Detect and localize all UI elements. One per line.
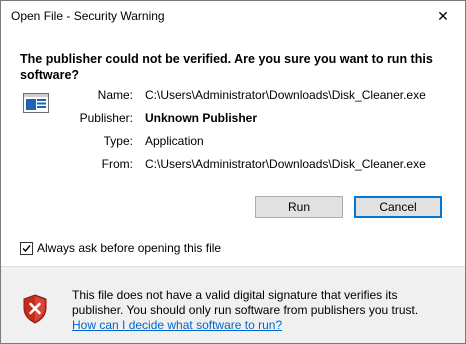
checkmark-icon bbox=[22, 244, 31, 252]
title-bar: Open File - Security Warning ✕ bbox=[1, 1, 465, 31]
warning-headline: The publisher could not be verified. Are… bbox=[20, 52, 433, 82]
type-label: Type: bbox=[103, 134, 133, 148]
shield-error-icon bbox=[22, 294, 48, 327]
from-value: C:\Users\Administrator\Downloads\Disk_Cl… bbox=[145, 157, 426, 171]
detail-row-type: Type: Application bbox=[1, 134, 465, 150]
security-warning-dialog: Open File - Security Warning ✕ The publi… bbox=[0, 0, 466, 344]
help-link[interactable]: How can I decide what software to run? bbox=[72, 318, 282, 332]
close-button[interactable]: ✕ bbox=[421, 1, 465, 31]
detail-row-from: From: C:\Users\Administrator\Downloads\D… bbox=[1, 157, 465, 173]
detail-row-name: Name: C:\Users\Administrator\Downloads\D… bbox=[1, 88, 465, 104]
cancel-button[interactable]: Cancel bbox=[354, 196, 442, 218]
always-ask-option[interactable]: Always ask before opening this file bbox=[20, 241, 221, 255]
detail-row-publisher: Publisher: Unknown Publisher bbox=[1, 111, 465, 127]
signature-warning-text: This file does not have a valid digital … bbox=[72, 288, 419, 317]
name-label: Name: bbox=[97, 88, 133, 102]
window-title: Open File - Security Warning bbox=[11, 9, 165, 23]
type-value: Application bbox=[145, 134, 204, 148]
footer-panel: This file does not have a valid digital … bbox=[1, 267, 465, 343]
footer-message: This file does not have a valid digital … bbox=[72, 288, 452, 333]
from-label: From: bbox=[101, 157, 133, 171]
always-ask-checkbox[interactable] bbox=[20, 241, 33, 255]
always-ask-label: Always ask before opening this file bbox=[37, 241, 222, 255]
publisher-label: Publisher: bbox=[79, 111, 133, 125]
publisher-value: Unknown Publisher bbox=[145, 111, 258, 125]
run-button[interactable]: Run bbox=[255, 196, 343, 218]
close-icon: ✕ bbox=[437, 7, 449, 24]
name-value: C:\Users\Administrator\Downloads\Disk_Cl… bbox=[145, 88, 426, 102]
